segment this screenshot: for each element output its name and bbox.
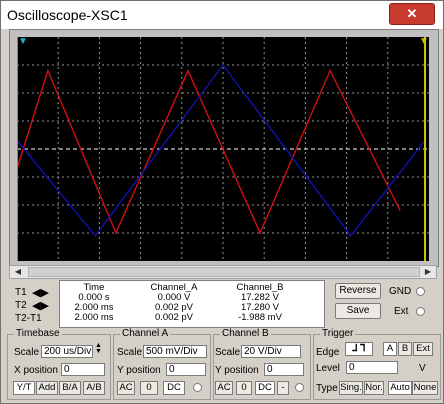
title-bar: Oscilloscope-XSC1 ✕ (1, 1, 443, 29)
measurement-readout: Time 0.000 s 2.000 ms 2.000 ms Channel_A… (59, 280, 325, 328)
timebase-spinner-icon[interactable]: ▲ ▼ (95, 342, 102, 355)
x-position-field[interactable]: 0 (61, 363, 105, 376)
scroll-right-icon[interactable]: ▶ (422, 267, 434, 277)
edge-direction-icon[interactable]: ⅃ ⅂ (345, 342, 373, 356)
channel-b-zero-button[interactable]: 0 (236, 381, 252, 395)
gnd-radio[interactable] (416, 287, 425, 296)
trigger-normal-button[interactable]: Nor. (364, 381, 384, 395)
edge-source-a-button[interactable]: A (383, 342, 397, 356)
row-label-t2-t1: T2-T1 (15, 313, 42, 324)
ext-label: Ext (394, 306, 409, 317)
mode-add-button[interactable]: Add (36, 381, 58, 395)
t1-arrows-icon[interactable]: ◀▶ (32, 286, 49, 299)
channel-b-scale-field[interactable]: 20 V/Div (241, 345, 301, 358)
x-position-label: X position (14, 365, 58, 376)
channel-b-ypos-label: Y position (215, 365, 259, 376)
gnd-label: GND (389, 286, 412, 297)
close-button[interactable]: ✕ (389, 3, 435, 25)
scope-screen (17, 37, 429, 261)
oscilloscope-window: Oscilloscope-XSC1 ✕ ▼ ▼ ◀ ▶ T1 T2 T2-T1 … (0, 0, 444, 404)
level-field[interactable]: 0 (346, 361, 398, 374)
channel-a-ypos-label: Y position (117, 365, 161, 376)
channel-a-scale-label: Scale (117, 347, 143, 358)
delta-time: 2.000 ms (74, 312, 114, 323)
channel-a-dc-button[interactable]: DC (163, 381, 185, 395)
window-title: Oscilloscope-XSC1 (7, 7, 128, 23)
channel-a-column: Channel_A 0.000 V 0.002 pV 0.002 pV (134, 283, 214, 323)
mode-ab-button[interactable]: A/B (83, 381, 105, 395)
timebase-scale-label: Scale (14, 347, 40, 358)
reverse-button[interactable]: Reverse (335, 283, 381, 299)
channel-a-radio[interactable] (193, 383, 202, 392)
channel-b-scale-label: Scale (215, 347, 241, 358)
channel-b-ac-button[interactable]: AC (215, 381, 233, 395)
t2-arrows-icon[interactable]: ◀▶ (32, 299, 49, 312)
channel-b-title: Channel B (220, 328, 271, 339)
trigger-title: Trigger (320, 328, 356, 339)
trigger-none-button[interactable]: None (412, 381, 438, 395)
edge-source-b-button[interactable]: B (398, 342, 412, 356)
cursor-1-marker[interactable]: ▼ (18, 37, 28, 47)
row-label-t1: T1 (15, 287, 27, 298)
channel-b-dc-button[interactable]: DC (255, 381, 275, 395)
channel-a-ac-button[interactable]: AC (117, 381, 135, 395)
channel-b-column: Channel_B 17.282 V 17.280 V -1.988 mV (220, 283, 300, 323)
close-icon: ✕ (406, 6, 418, 21)
channel-b-minus-button[interactable]: - (277, 381, 289, 395)
scroll-thumb[interactable] (28, 267, 420, 277)
save-button[interactable]: Save (335, 303, 381, 319)
timebase-title: Timebase (14, 328, 62, 339)
channel-a-scale-field[interactable]: 500 mV/Div (143, 345, 207, 358)
delta-channel-b: -1.988 mV (238, 312, 282, 323)
edge-label: Edge (316, 347, 340, 358)
channel-a-zero-button[interactable]: 0 (140, 381, 158, 395)
mode-yt-button[interactable]: Y/T (13, 381, 35, 395)
channel-b-ypos-field[interactable]: 0 (264, 363, 304, 376)
cursor-2-marker[interactable]: ▼ (419, 37, 429, 47)
trigger-auto-button[interactable]: Auto (388, 381, 412, 395)
time-column: Time 0.000 s 2.000 ms 2.000 ms (66, 283, 122, 323)
mode-ba-button[interactable]: B/A (59, 381, 81, 395)
ext-radio[interactable] (416, 307, 425, 316)
timebase-scale-field[interactable]: 200 us/Div (41, 345, 93, 358)
horizontal-scrollbar[interactable]: ◀ ▶ (9, 265, 437, 279)
scroll-left-icon[interactable]: ◀ (12, 267, 24, 277)
type-label: Type (316, 383, 338, 394)
delta-channel-a: 0.002 pV (154, 312, 194, 323)
channel-b-radio[interactable] (295, 383, 304, 392)
level-label: Level (316, 363, 340, 374)
trigger-single-button[interactable]: Sing. (339, 381, 363, 395)
level-unit: V (419, 363, 426, 374)
edge-source-ext-button[interactable]: Ext (413, 342, 433, 356)
channel-a-title: Channel A (120, 328, 171, 339)
row-label-t2: T2 (15, 300, 27, 311)
channel-a-ypos-field[interactable]: 0 (166, 363, 206, 376)
